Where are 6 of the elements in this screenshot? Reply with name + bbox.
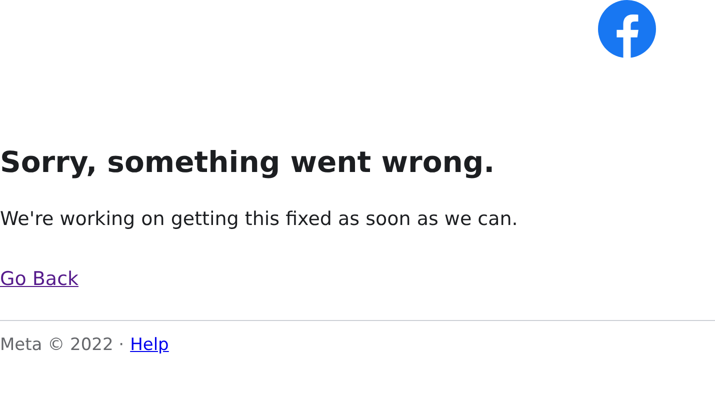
error-message: We're working on getting this fixed as soon as we can. bbox=[0, 207, 518, 232]
error-heading: Sorry, something went wrong. bbox=[0, 144, 495, 181]
go-back-link[interactable]: Go Back bbox=[0, 266, 79, 292]
copyright-text: Meta © 2022 · bbox=[0, 335, 124, 355]
help-link[interactable]: Help bbox=[130, 335, 169, 355]
logo-icon bbox=[596, 0, 658, 58]
